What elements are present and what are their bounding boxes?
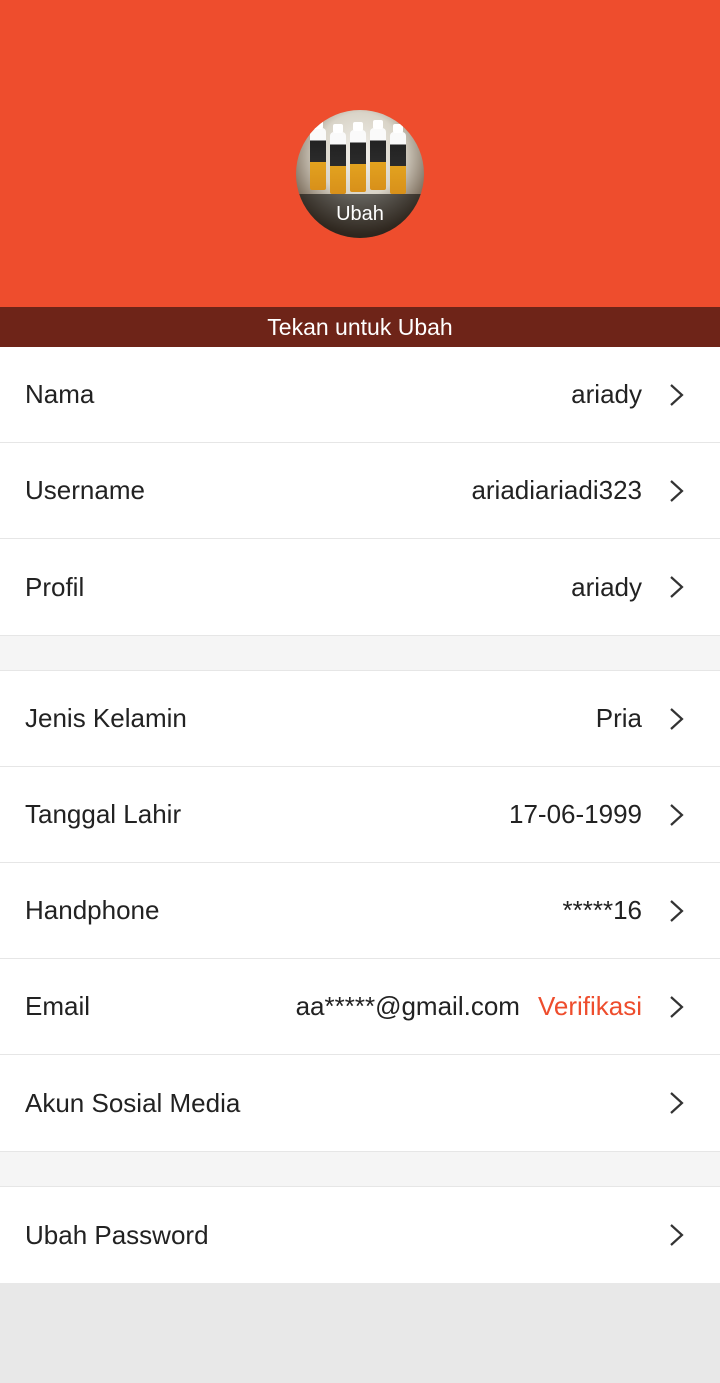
personal-info-group: Jenis Kelamin Pria Tanggal Lahir 17-06-1… xyxy=(0,671,720,1151)
bottom-spacer xyxy=(0,1283,720,1383)
row-jenis-kelamin[interactable]: Jenis Kelamin Pria xyxy=(0,671,720,767)
row-label: Handphone xyxy=(25,895,160,925)
row-value: ariadiariadi323 xyxy=(471,475,642,505)
verify-email-link[interactable]: Verifikasi xyxy=(538,991,642,1022)
chevron-right-icon xyxy=(656,891,696,931)
row-label: Nama xyxy=(25,379,95,409)
row-label: Ubah Password xyxy=(25,1219,209,1250)
chevron-right-icon xyxy=(656,375,696,415)
row-label: Tanggal Lahir xyxy=(25,799,182,829)
avatar[interactable]: Ubah xyxy=(296,110,424,238)
chevron-right-icon xyxy=(656,699,696,739)
avatar-change-label[interactable]: Ubah xyxy=(296,194,424,238)
chevron-right-icon xyxy=(656,795,696,835)
chevron-right-icon xyxy=(656,1215,696,1255)
basic-info-group: Nama ariady Username ariadiariadi323 Pro… xyxy=(0,347,720,635)
row-label: Username xyxy=(25,475,145,505)
row-value: aa*****@gmail.com xyxy=(295,991,520,1021)
chevron-right-icon xyxy=(656,567,696,607)
row-ubah-password[interactable]: Ubah Password xyxy=(0,1187,720,1283)
row-profil[interactable]: Profil ariady xyxy=(0,539,720,635)
row-akun-sosial-media[interactable]: Akun Sosial Media xyxy=(0,1055,720,1151)
row-nama[interactable]: Nama ariady xyxy=(0,347,720,443)
section-divider xyxy=(0,635,720,671)
tap-to-change-hint[interactable]: Tekan untuk Ubah xyxy=(0,307,720,347)
row-email[interactable]: Email aa*****@gmail.com Verifikasi xyxy=(0,959,720,1055)
row-label: Akun Sosial Media xyxy=(25,1087,241,1118)
row-label: Email xyxy=(25,991,91,1021)
row-value: ariady xyxy=(571,379,642,409)
chevron-right-icon xyxy=(656,471,696,511)
row-value: *****16 xyxy=(562,895,642,925)
row-username[interactable]: Username ariadiariadi323 xyxy=(0,443,720,539)
row-value: ariady xyxy=(571,571,642,602)
row-value: Pria xyxy=(595,703,642,733)
row-handphone[interactable]: Handphone *****16 xyxy=(0,863,720,959)
profile-header[interactable]: Ubah Tekan untuk Ubah xyxy=(0,0,720,347)
section-divider xyxy=(0,1151,720,1187)
row-label: Profil xyxy=(25,571,85,602)
chevron-right-icon xyxy=(656,1083,696,1123)
row-label: Jenis Kelamin xyxy=(25,703,187,733)
chevron-right-icon xyxy=(656,987,696,1027)
row-tanggal-lahir[interactable]: Tanggal Lahir 17-06-1999 xyxy=(0,767,720,863)
security-group: Ubah Password xyxy=(0,1187,720,1283)
row-value: 17-06-1999 xyxy=(509,799,642,829)
